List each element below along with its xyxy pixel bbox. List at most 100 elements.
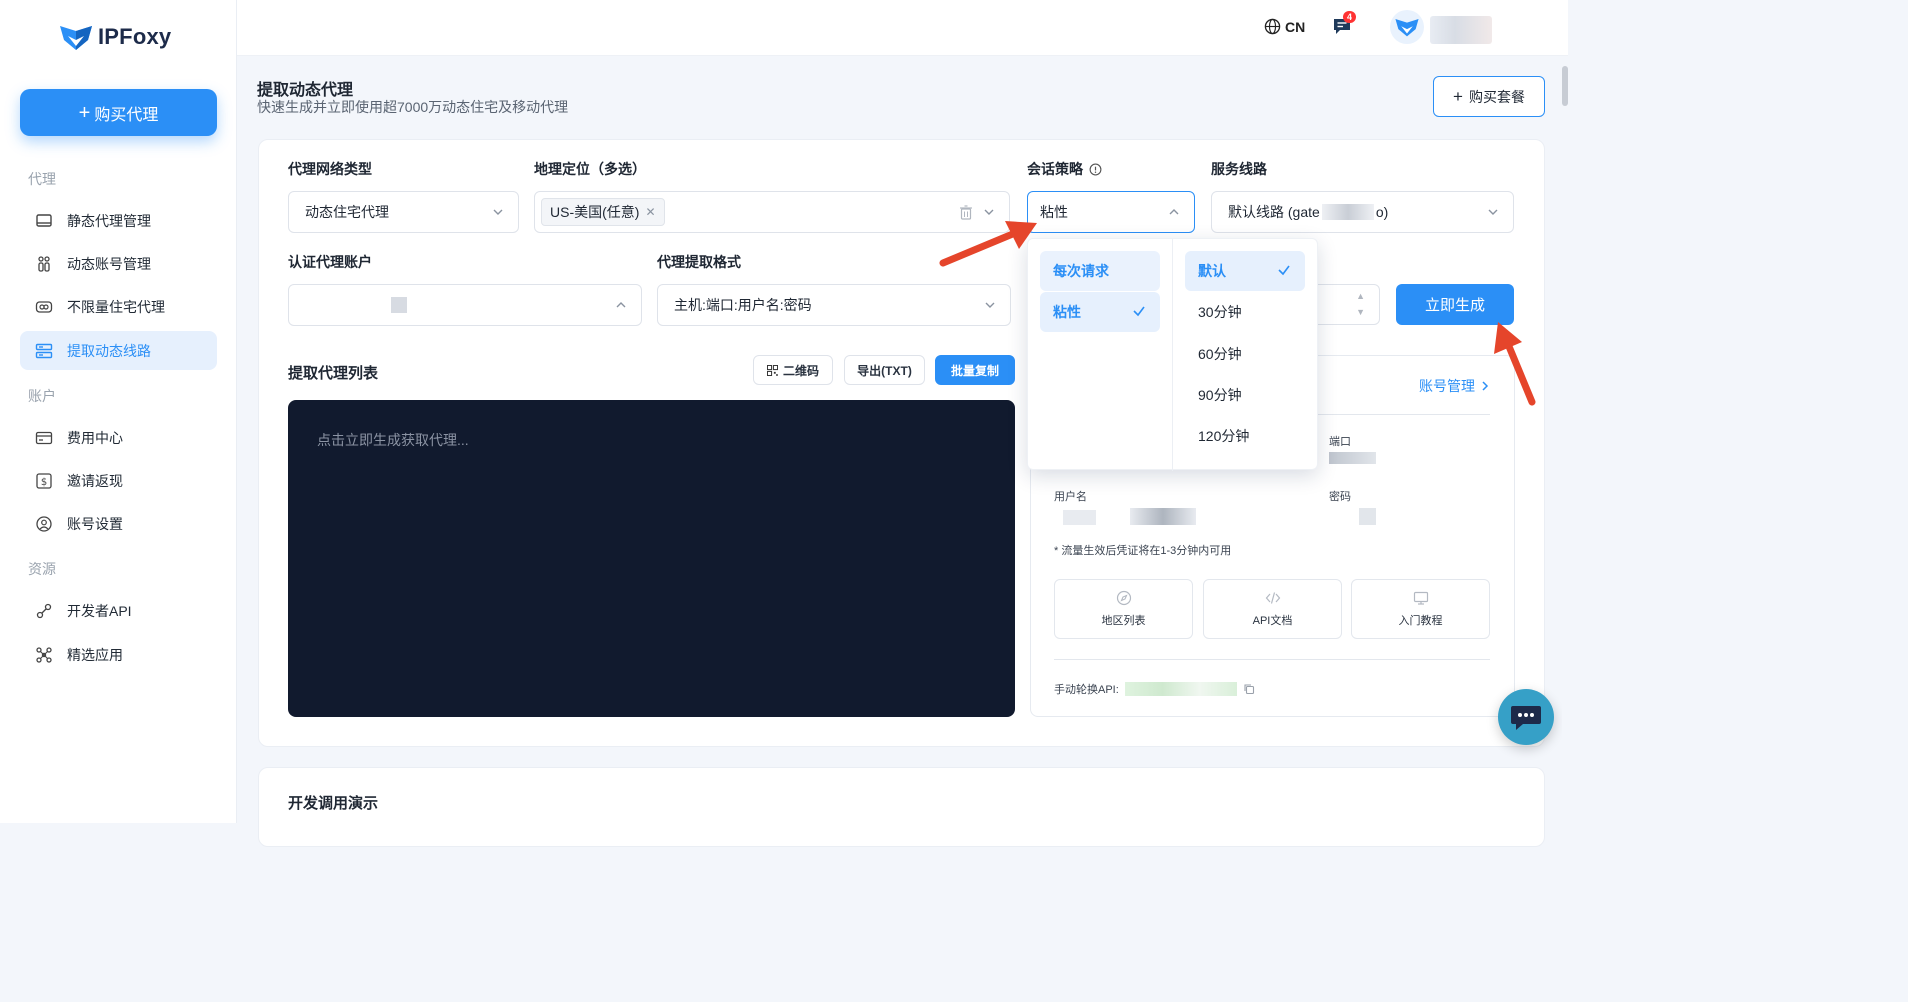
auth-account-select[interactable]: [288, 284, 642, 326]
format-select[interactable]: 主机:端口:用户名:密码: [657, 284, 1011, 326]
chat-bubble-icon: [1511, 706, 1541, 730]
username-value-redacted-a: [1063, 510, 1096, 525]
format-label: 代理提取格式: [657, 254, 741, 270]
api-url-redacted: [1124, 682, 1237, 696]
sidebar-item-developer-api[interactable]: 开发者API: [20, 591, 217, 630]
qr-code-button[interactable]: 二维码: [753, 355, 833, 385]
trash-icon[interactable]: [959, 205, 973, 221]
chevron-right-icon: [1482, 381, 1489, 391]
copy-icon[interactable]: [1243, 683, 1255, 695]
geo-chip: US-美国(任意) ✕: [541, 198, 665, 226]
tutorial-tile[interactable]: 入门教程: [1351, 579, 1490, 639]
geo-select[interactable]: US-美国(任意) ✕: [534, 191, 1010, 233]
stepper-up-icon[interactable]: ▲: [1356, 291, 1365, 301]
quantity-stepper[interactable]: ▲ ▼: [1318, 284, 1380, 325]
session-strategy-dropdown: 每次请求 粘性 默认 30分钟 60分钟 90分钟 120分钟: [1027, 238, 1318, 471]
duration-option-label: 默认: [1198, 263, 1226, 279]
fox-avatar-icon: [1395, 19, 1419, 37]
api-docs-label: API文档: [1252, 615, 1293, 627]
buy-package-button[interactable]: + 购买套餐: [1433, 76, 1545, 117]
proxy-output-area[interactable]: 点击立即生成获取代理...: [288, 400, 1015, 717]
page-scrollbar[interactable]: [1562, 56, 1568, 823]
route-label: 服务线路: [1211, 161, 1267, 177]
infinity-icon: [35, 298, 53, 316]
check-icon: [1133, 306, 1145, 317]
sidebar-item-label: 费用中心: [67, 429, 123, 446]
credentials-note: * 流量生效后凭证将在1-3分钟内可用: [1054, 545, 1232, 557]
duration-option-label: 60分钟: [1198, 346, 1242, 362]
compass-icon: [1116, 590, 1131, 606]
sidebar-item-apps[interactable]: 精选应用: [20, 635, 217, 674]
sidebar: IPFoxy + 购买代理 代理 静态代理管理 动态账号管理 不限量住宅代理 提…: [0, 0, 237, 823]
plus-icon: +: [78, 101, 91, 124]
mode-option-sticky[interactable]: 粘性: [1040, 292, 1160, 332]
check-icon: [1278, 265, 1290, 276]
session-strategy-select[interactable]: 粘性: [1027, 191, 1195, 233]
close-icon[interactable]: ✕: [645, 205, 655, 219]
server-icon: [35, 342, 53, 360]
export-txt-button[interactable]: 导出(TXT): [844, 355, 925, 385]
route-host-redacted: [1321, 204, 1374, 220]
sidebar-item-label: 账号设置: [67, 515, 123, 532]
chevron-up-icon: [1169, 209, 1179, 215]
network-type-select[interactable]: 动态住宅代理: [288, 191, 519, 233]
username-label: 用户名: [1054, 491, 1087, 503]
plus-icon: +: [1453, 86, 1463, 106]
account-management-link[interactable]: 账号管理: [1419, 376, 1489, 396]
user-circle-icon: [35, 515, 53, 533]
info-icon[interactable]: [1089, 163, 1102, 176]
format-value: 主机:端口:用户名:密码: [674, 297, 812, 313]
dollar-icon: $: [35, 472, 53, 490]
logo[interactable]: IPFoxy: [58, 22, 171, 52]
account-redacted: [391, 297, 407, 313]
chevron-down-icon: [984, 209, 994, 215]
scrollbar-thumb[interactable]: [1562, 66, 1568, 106]
duration-option-default[interactable]: 默认: [1185, 251, 1305, 291]
code-icon: [1265, 592, 1280, 604]
auth-account-label: 认证代理账户: [288, 254, 372, 270]
sidebar-item-settings[interactable]: 账号设置: [20, 504, 217, 543]
api-icon: [35, 602, 53, 620]
svg-text:$: $: [41, 477, 47, 488]
username-redacted[interactable]: [1430, 16, 1492, 44]
region-list-tile[interactable]: 地区列表: [1054, 579, 1193, 639]
mode-option-label: 每次请求: [1053, 263, 1109, 279]
chevron-down-icon: [985, 302, 995, 308]
card-icon: [35, 429, 53, 447]
chevron-down-icon: [493, 209, 503, 215]
users-icon: [35, 255, 53, 273]
batch-copy-button[interactable]: 批量复制: [935, 355, 1015, 385]
panel-bottom-divider: [1054, 659, 1490, 660]
session-strategy-heading: 会话策略: [1027, 159, 1102, 179]
duration-option-label: 90分钟: [1198, 387, 1242, 403]
chatbot-button[interactable]: [1498, 689, 1554, 745]
sidebar-item-extract-dynamic[interactable]: 提取动态线路: [20, 331, 217, 370]
mode-option-per-request[interactable]: 每次请求: [1040, 251, 1160, 291]
language-switch[interactable]: CN: [1264, 18, 1305, 35]
duration-option-30[interactable]: 30分钟: [1185, 292, 1305, 332]
globe-icon: [1264, 18, 1281, 35]
avatar[interactable]: [1390, 10, 1424, 44]
sidebar-item-dynamic-account[interactable]: 动态账号管理: [20, 244, 217, 283]
chevron-down-icon: [1488, 209, 1498, 215]
generate-button[interactable]: 立即生成: [1396, 284, 1514, 325]
password-label: 密码: [1329, 491, 1351, 503]
chevron-up-icon: [616, 302, 626, 308]
dev-demo-title: 开发调用演示: [288, 795, 379, 812]
route-select[interactable]: 默认线路 (gate o): [1211, 191, 1514, 233]
sidebar-item-billing[interactable]: 费用中心: [20, 418, 217, 457]
duration-option-90[interactable]: 90分钟: [1185, 375, 1305, 415]
sidebar-item-static-proxy[interactable]: 静态代理管理: [20, 201, 217, 240]
api-docs-tile[interactable]: API文档: [1203, 579, 1342, 639]
stepper-down-icon[interactable]: ▼: [1356, 307, 1365, 317]
sidebar-item-invite[interactable]: $ 邀请返现: [20, 461, 217, 500]
port-value-redacted: [1329, 452, 1376, 464]
duration-option-60[interactable]: 60分钟: [1185, 334, 1305, 374]
duration-option-120[interactable]: 120分钟: [1185, 416, 1305, 456]
buy-proxy-button[interactable]: + 购买代理: [20, 89, 217, 136]
sidebar-item-label: 动态账号管理: [67, 255, 151, 272]
duration-option-label: 30分钟: [1198, 304, 1242, 320]
sidebar-item-unlimited[interactable]: 不限量住宅代理: [20, 287, 217, 326]
proxy-list-title: 提取代理列表: [288, 365, 379, 382]
monitor-icon: [1413, 591, 1428, 605]
